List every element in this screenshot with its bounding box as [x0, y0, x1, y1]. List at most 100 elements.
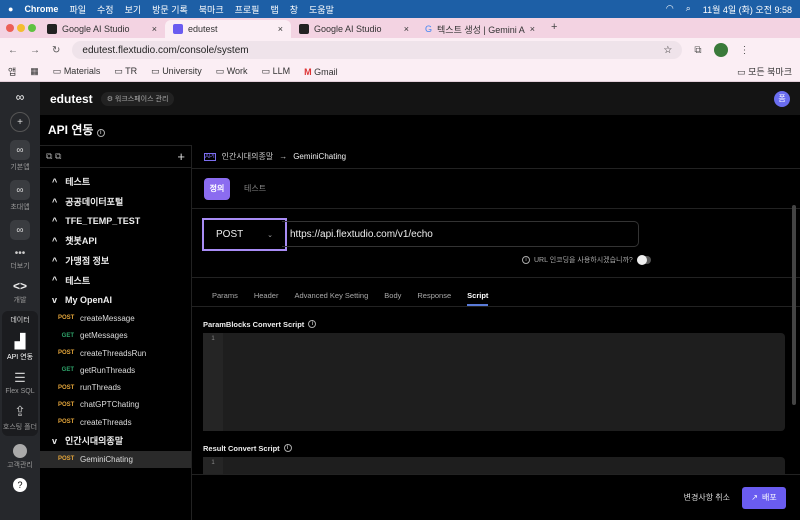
api-item[interactable]: GET getMessages [40, 327, 191, 344]
minimize-window-icon[interactable] [17, 24, 25, 32]
menu-help[interactable]: 도움말 [309, 3, 334, 16]
menu-tab[interactable]: 탭 [270, 3, 278, 16]
rail-item-api[interactable]: ▟ API 연동 [7, 333, 33, 362]
cancel-changes-button[interactable]: 변경사항 취소 [684, 492, 730, 503]
collapse-all-icon[interactable]: ⧉ [55, 151, 61, 162]
tab-definition[interactable]: 정의 [204, 177, 230, 200]
search-icon[interactable]: ⌕ [686, 3, 691, 16]
bookmark[interactable]: ▭ TR [114, 66, 137, 77]
bookmark-apps[interactable]: 앱 [8, 65, 16, 78]
api-item-selected[interactable]: POST GeminiChating [40, 450, 191, 468]
subtab-params[interactable]: Params [212, 291, 238, 306]
tree-group[interactable]: ^ TFE_TEMP_TEST [40, 211, 191, 231]
tree-group-open[interactable]: v 인간시대의종말 [40, 431, 191, 451]
menu-app[interactable]: Chrome [24, 4, 58, 14]
info-icon[interactable]: i [96, 129, 105, 137]
menu-file[interactable]: 파일 [69, 3, 86, 16]
param-script-editor[interactable]: 1 [203, 333, 785, 431]
close-icon[interactable]: × [152, 24, 157, 34]
all-bookmarks[interactable]: ▭ 모든 북마크 [737, 65, 792, 78]
reload-icon[interactable]: ↻ [52, 45, 60, 56]
tree-group[interactable]: ^ 테스트 [40, 270, 191, 290]
extensions-icon[interactable]: ⧉ [694, 45, 701, 56]
subtab-script[interactable]: Script [467, 291, 489, 306]
url-input[interactable]: https://api.flextudio.com/v1/echo [282, 221, 639, 247]
avatar[interactable]: 폼 [774, 90, 790, 107]
deploy-button[interactable]: ↗ 배포 [742, 486, 786, 509]
workspace-manage-button[interactable]: ⚙ 워크스페이스 관리 [100, 91, 175, 106]
rail-item-basic-app[interactable]: ∞ 기본앱 [10, 140, 30, 172]
menu-history[interactable]: 방문 기록 [152, 3, 188, 16]
close-icon[interactable]: × [278, 24, 283, 34]
scrollbar[interactable] [792, 205, 796, 405]
rail-item-invite-app[interactable]: ∞ 초대앱 [10, 180, 30, 212]
browser-tab[interactable]: G 텍스트 생성 | Gemini API | Go × [417, 20, 543, 38]
clock[interactable]: 11월 4일 (화) 오전 9:58 [703, 3, 792, 16]
api-item[interactable]: POST createThreads [40, 414, 191, 431]
subtab-response[interactable]: Response [417, 291, 451, 306]
back-icon[interactable]: ← [8, 45, 18, 56]
bookmark[interactable]: ▭ LLM [262, 66, 291, 77]
tree-group[interactable]: ^ 공공데이터포털 [40, 192, 191, 212]
tab-test[interactable]: 테스트 [244, 183, 266, 194]
new-tab-button[interactable]: + [551, 21, 557, 33]
rail-item-flex-sql[interactable]: ☰ Flex SQL [5, 370, 34, 395]
close-icon[interactable]: × [530, 24, 535, 34]
menu-bookmarks[interactable]: 북마크 [199, 3, 224, 16]
api-item[interactable]: POST createMessage [40, 310, 191, 327]
add-api-button[interactable]: + [177, 149, 185, 164]
help-button[interactable]: ? [13, 478, 27, 492]
wifi-icon[interactable]: ◠ [666, 3, 674, 16]
browser-tab[interactable]: Google AI Studio × [39, 20, 165, 38]
bookmark[interactable]: ▭ Work [216, 66, 248, 77]
tree-group[interactable]: ^ 테스트 [40, 172, 191, 192]
tree-group[interactable]: ^ 가맹점 정보 [40, 251, 191, 271]
breadcrumb-parent[interactable]: 인간시대의종말 [222, 151, 274, 162]
rail-item-app[interactable]: ∞ [10, 220, 30, 240]
address-bar[interactable]: edutest.flextudio.com/console/system ☆ [72, 41, 683, 59]
menu-view[interactable]: 보기 [125, 3, 142, 16]
browser-tab[interactable]: Google AI Studio × [291, 20, 417, 38]
subtab-body[interactable]: Body [384, 291, 401, 306]
expand-all-icon[interactable]: ⧉ [46, 151, 52, 162]
mac-menubar: ● Chrome 파일 수정 보기 방문 기록 북마크 프로필 탭 창 도움말 … [0, 0, 800, 18]
more-icon[interactable]: ⋮ [740, 45, 750, 56]
maximize-window-icon[interactable] [28, 24, 36, 32]
api-item[interactable]: GET getRunThreads [40, 362, 191, 379]
tree-group-open[interactable]: v My OpenAI [40, 290, 191, 310]
api-item[interactable]: POST chatGPTChating [40, 396, 191, 413]
star-icon[interactable]: ☆ [663, 45, 672, 56]
subtab-advanced-key[interactable]: Advanced Key Setting [294, 291, 368, 306]
info-icon[interactable]: i [522, 256, 530, 264]
logo-icon[interactable]: ∞ [16, 90, 25, 104]
apple-icon[interactable]: ● [8, 4, 13, 14]
add-app-button[interactable]: + [10, 112, 30, 132]
bookmark[interactable]: ▭ Materials [53, 66, 101, 77]
forward-icon[interactable]: → [30, 45, 40, 56]
menu-edit[interactable]: 수정 [97, 3, 114, 16]
url-encoding-toggle[interactable] [636, 255, 651, 265]
api-item[interactable]: POST runThreads [40, 379, 191, 396]
grid-icon[interactable]: ▦ [30, 66, 39, 77]
group-label: 테스트 [65, 275, 91, 286]
close-window-icon[interactable] [6, 24, 14, 32]
rail-item-more[interactable]: ••• 더보기 [10, 248, 29, 271]
rail-item-customer[interactable]: 고객관리 [7, 444, 33, 470]
encoding-label: URL 인코딩을 사용하시겠습니까? [534, 257, 633, 264]
bookmark[interactable]: ▭ University [151, 66, 202, 77]
menu-profile[interactable]: 프로필 [235, 3, 260, 16]
info-icon[interactable]: i [283, 444, 292, 452]
api-item[interactable]: POST createThreadsRun [40, 344, 191, 361]
rail-item-dev[interactable]: <> 개발 [13, 279, 27, 305]
bookmark[interactable]: M Gmail [304, 67, 338, 77]
tree-group[interactable]: ^ 챗봇API [40, 231, 191, 251]
method-value: POST [216, 229, 244, 240]
menu-window[interactable]: 창 [290, 3, 298, 16]
method-select[interactable]: POST ⌄ [202, 218, 287, 251]
browser-tab-active[interactable]: edutest × [165, 20, 291, 38]
info-icon[interactable]: i [308, 320, 317, 328]
profile-avatar[interactable] [713, 43, 728, 57]
subtab-header[interactable]: Header [254, 291, 279, 306]
close-icon[interactable]: × [404, 24, 409, 34]
rail-item-hosting[interactable]: ⇪ 호스팅 폴더 [3, 403, 37, 432]
